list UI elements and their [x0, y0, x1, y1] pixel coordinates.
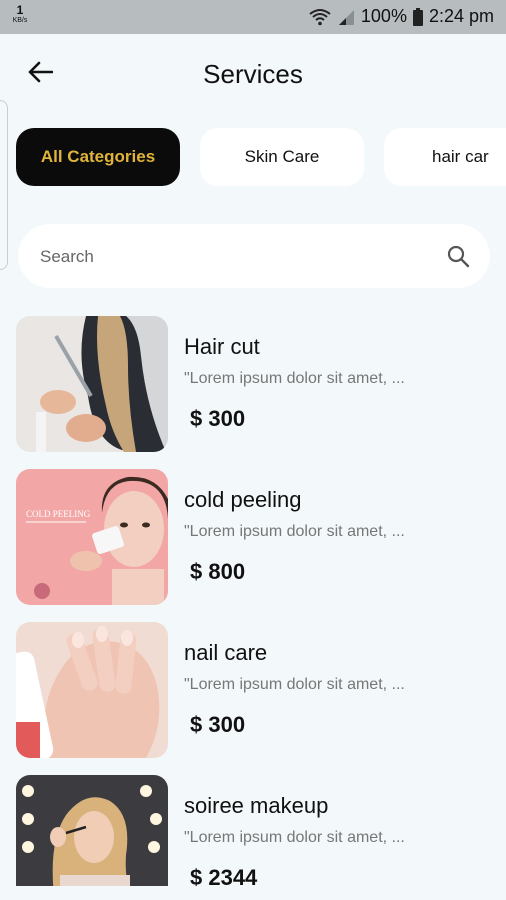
service-description: "Lorem ipsum dolor sit amet, ...	[184, 829, 405, 846]
service-description: "Lorem ipsum dolor sit amet, ...	[184, 523, 405, 540]
category-tabs: All Categories Skin Care hair car	[16, 128, 506, 188]
battery-percent: 100%	[360, 6, 407, 26]
service-price: $ 300	[190, 406, 246, 431]
service-item-soiree-makeup[interactable]: soiree makeup "Lorem ipsum dolor sit ame…	[16, 775, 496, 886]
category-chip-hair-care[interactable]: hair car	[384, 128, 506, 186]
service-image-soiree-makeup	[16, 775, 168, 886]
service-image-hair-cut	[16, 316, 168, 452]
category-chip-skin-care[interactable]: Skin Care	[200, 128, 364, 186]
search-icon[interactable]	[446, 244, 470, 268]
services-list: Hair cut "Lorem ipsum dolor sit amet, ..…	[0, 316, 506, 886]
service-title: nail care	[184, 640, 268, 665]
service-price: $ 800	[190, 559, 246, 584]
back-button[interactable]	[24, 58, 56, 90]
service-description: "Lorem ipsum dolor sit amet, ...	[184, 370, 405, 387]
arrow-left-icon	[27, 61, 54, 88]
network-speed-unit: KB/s	[12, 17, 28, 24]
service-item-hair-cut[interactable]: Hair cut "Lorem ipsum dolor sit amet, ..…	[16, 316, 496, 452]
search-input[interactable]	[38, 224, 442, 290]
service-title: Hair cut	[184, 334, 260, 359]
battery-icon	[412, 7, 423, 26]
side-drawer-edge[interactable]	[0, 100, 8, 270]
status-icons: 100% 2:24 pm	[309, 6, 494, 27]
service-description: "Lorem ipsum dolor sit amet, ...	[184, 676, 405, 693]
status-bar: 1 KB/s 100% 2:24 pm	[0, 0, 506, 34]
page-title: Services	[203, 59, 303, 89]
category-chip-all[interactable]: All Categories	[16, 128, 180, 186]
wifi-icon	[309, 8, 331, 26]
service-title: cold peeling	[184, 487, 302, 512]
cold-peeling-image-text: COLD PEELING	[26, 509, 91, 519]
service-price: $ 2344	[190, 865, 258, 886]
signal-icon	[337, 8, 355, 26]
service-title: soiree makeup	[184, 793, 329, 818]
service-image-cold-peeling: COLD PEELING	[16, 469, 168, 605]
search-bar	[18, 224, 490, 290]
clock: 2:24 pm	[428, 6, 494, 26]
network-speed-value: 1	[16, 3, 24, 17]
service-image-nail-care	[16, 622, 168, 758]
network-speed: 1 KB/s	[10, 4, 30, 24]
service-item-cold-peeling[interactable]: COLD PEELING cold peeling "Lorem ipsum d…	[16, 469, 496, 605]
service-item-nail-care[interactable]: nail care "Lorem ipsum dolor sit amet, .…	[16, 622, 496, 758]
service-price: $ 300	[190, 712, 246, 737]
